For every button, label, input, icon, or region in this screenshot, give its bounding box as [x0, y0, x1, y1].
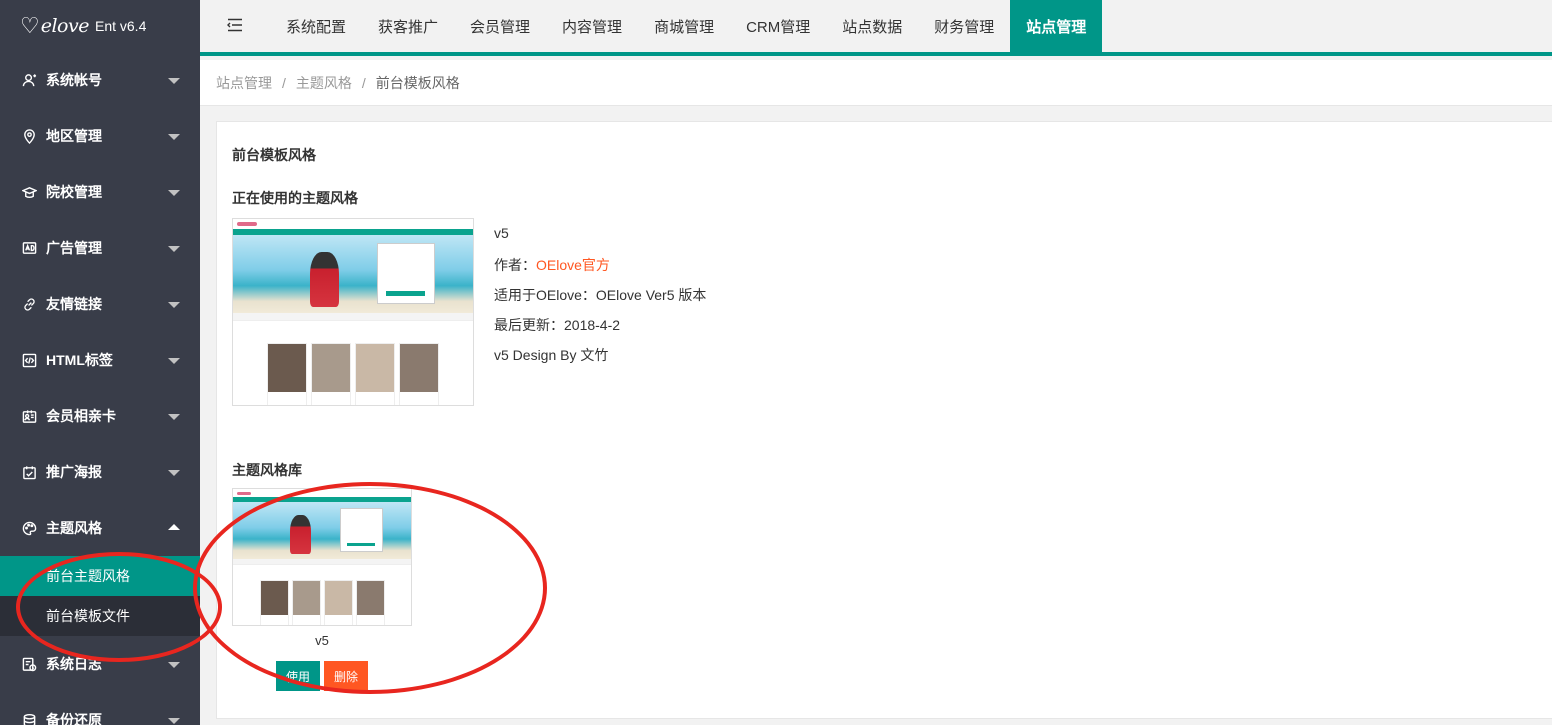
top-navbar: 系统配置 获客推广 会员管理 内容管理 商城管理 CRM管理 站点数据 财务管理… [200, 0, 1552, 56]
current-theme-updated: 最后更新：2018-4-2 [494, 317, 621, 333]
sidebar-item-links[interactable]: 友情链接 [0, 276, 200, 332]
library-theme-name: v5 [315, 633, 329, 648]
sidebar-item-label: HTML标签 [46, 352, 113, 368]
sidebar-item-label: 主题风格 [46, 520, 102, 536]
logo-text: elove [40, 15, 90, 37]
ad-icon [20, 239, 38, 257]
app-version: Ent v6.4 [94, 18, 147, 34]
sidebar-item-label: 院校管理 [46, 184, 102, 200]
top-tab-crm-management[interactable]: CRM管理 [730, 0, 826, 52]
library-theme-preview[interactable] [232, 488, 412, 626]
app-logo[interactable]: ♡ elove Ent v6.4 [0, 0, 200, 52]
sidebar-item-html-tags[interactable]: HTML标签 [0, 332, 200, 388]
code-icon [20, 351, 38, 369]
delete-theme-button[interactable]: 删除 [324, 661, 368, 691]
chevron-down-icon [168, 414, 180, 420]
sidebar-subitem-label: 前台模板文件 [46, 608, 130, 624]
chevron-down-icon [168, 358, 180, 364]
chevron-down-icon [168, 246, 180, 252]
current-theme-preview [232, 218, 474, 406]
sidebar-item-label: 推广海报 [46, 464, 102, 480]
sidebar-item-ads[interactable]: 广告管理 [0, 220, 200, 276]
page-title: 前台模板风格 [232, 147, 316, 163]
breadcrumb-separator: / [282, 74, 286, 91]
top-tab-site-data[interactable]: 站点数据 [826, 0, 918, 52]
sidebar-item-system-log[interactable]: 系统日志 [0, 636, 200, 692]
backup-icon [20, 711, 38, 725]
chevron-down-icon [168, 662, 180, 668]
heart-logo-icon: ♡ [20, 13, 40, 38]
current-theme-designer: v5 Design By 文竹 [494, 347, 609, 363]
use-theme-button[interactable]: 使用 [276, 661, 320, 691]
breadcrumb-current: 前台模板风格 [375, 74, 460, 91]
breadcrumb: 站点管理 / 主题风格 / 前台模板风格 [200, 60, 1552, 106]
chevron-down-icon [168, 190, 180, 196]
sidebar-subitem-frontend-theme[interactable]: 前台主题风格 [0, 556, 200, 596]
sidebar-item-theme[interactable]: 主题风格 [0, 500, 200, 556]
top-tab-customer-promotion[interactable]: 获客推广 [362, 0, 454, 52]
chevron-down-icon [168, 134, 180, 140]
sidebar-item-school[interactable]: 院校管理 [0, 164, 200, 220]
sidebar-item-label: 系统帐号 [46, 72, 102, 88]
top-tab-mall-management[interactable]: 商城管理 [638, 0, 730, 52]
sidebar-subitem-frontend-template-files[interactable]: 前台模板文件 [0, 596, 200, 636]
sidebar-item-label: 会员相亲卡 [46, 408, 116, 424]
sidebar-item-label: 广告管理 [46, 240, 102, 256]
menu-fold-button[interactable] [200, 0, 270, 52]
breadcrumb-separator: / [361, 74, 366, 91]
top-tab-system-config[interactable]: 系统配置 [270, 0, 362, 52]
poster-icon [20, 463, 38, 481]
current-theme-heading: 正在使用的主题风格 [232, 190, 358, 206]
graduation-cap-icon [20, 183, 38, 201]
sidebar-item-system-account[interactable]: 系统帐号 [0, 52, 200, 108]
sidebar-item-label: 系统日志 [46, 656, 102, 672]
top-tab-member-management[interactable]: 会员管理 [454, 0, 546, 52]
user-icon [20, 71, 38, 89]
chevron-down-icon [168, 302, 180, 308]
sidebar-item-label: 备份还原 [46, 712, 102, 725]
log-icon [20, 655, 38, 673]
sidebar-item-label: 地区管理 [46, 128, 102, 144]
current-theme-compat: 适用于OElove：OElove Ver5 版本 [494, 287, 707, 303]
chevron-up-icon [168, 524, 180, 530]
sidebar-item-region[interactable]: 地区管理 [0, 108, 200, 164]
breadcrumb-item[interactable]: 站点管理 [216, 73, 272, 93]
top-tab-content-management[interactable]: 内容管理 [546, 0, 638, 52]
top-tab-site-management[interactable]: 站点管理 [1010, 0, 1103, 52]
id-card-icon [20, 407, 38, 425]
current-theme-author: 作者：OElove官方 [494, 255, 610, 275]
sidebar-item-poster[interactable]: 推广海报 [0, 444, 200, 500]
link-icon [20, 295, 38, 313]
location-icon [20, 127, 38, 145]
author-label: 作者： [494, 257, 536, 273]
sidebar-item-backup[interactable]: 备份还原 [0, 692, 200, 725]
sidebar-subitem-label: 前台主题风格 [46, 568, 130, 584]
top-tab-finance-management[interactable]: 财务管理 [918, 0, 1010, 52]
sidebar-item-member-card[interactable]: 会员相亲卡 [0, 388, 200, 444]
chevron-down-icon [168, 470, 180, 476]
chevron-down-icon [168, 78, 180, 84]
palette-icon [20, 519, 38, 537]
sidebar: ♡ elove Ent v6.4 系统帐号 地区管理 院校管理 广告管理 友情链… [0, 0, 200, 725]
chevron-down-icon [168, 718, 180, 724]
theme-library-heading: 主题风格库 [232, 462, 302, 478]
sidebar-item-label: 友情链接 [46, 296, 102, 312]
breadcrumb-item[interactable]: 主题风格 [296, 73, 352, 93]
menu-fold-icon [227, 18, 243, 35]
current-theme-name: v5 [494, 225, 509, 241]
theme-card [216, 121, 1552, 719]
author-link[interactable]: OElove官方 [536, 257, 610, 273]
